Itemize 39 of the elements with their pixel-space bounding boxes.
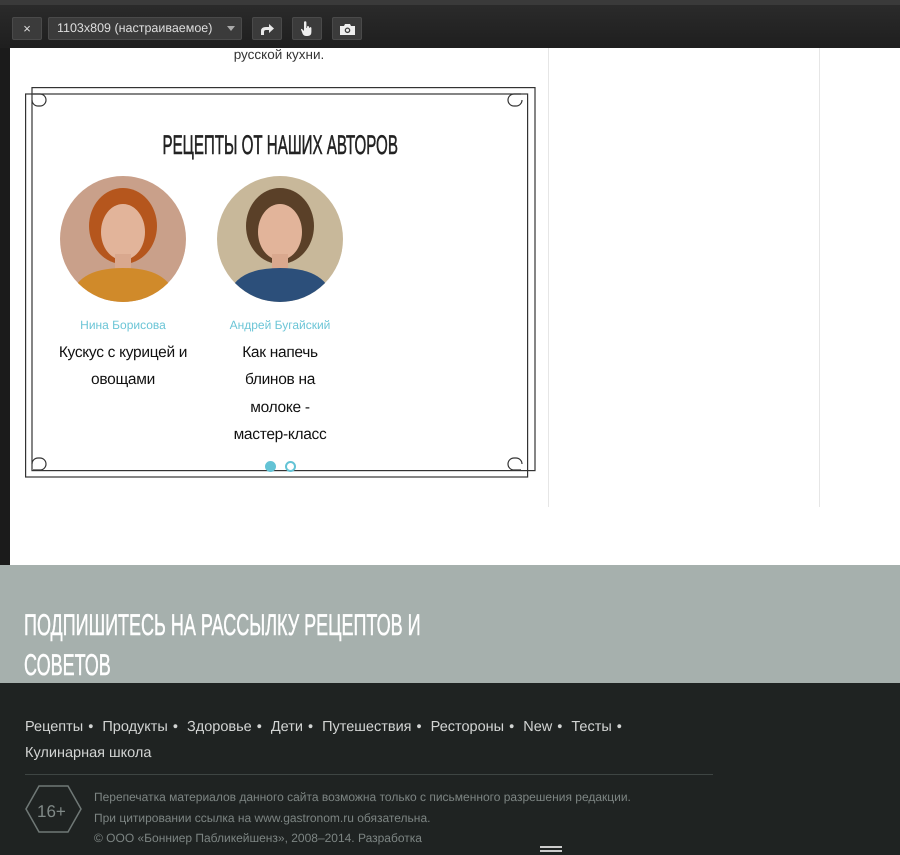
separator-dot: • bbox=[416, 719, 422, 735]
separator-dot: • bbox=[557, 719, 562, 735]
footer-link[interactable]: Продукты bbox=[102, 719, 168, 735]
hexagon-icon bbox=[25, 785, 82, 833]
touch-button[interactable] bbox=[292, 17, 322, 40]
resize-handle[interactable] bbox=[540, 846, 562, 852]
footer-link[interactable]: Кулинарная школа bbox=[25, 745, 152, 761]
separator-dot: • bbox=[308, 719, 314, 735]
recipe-title[interactable]: Кускус с курицей и овощами bbox=[55, 338, 191, 394]
footer-link[interactable]: Рецепты bbox=[25, 719, 84, 735]
rotate-button[interactable] bbox=[252, 17, 282, 40]
rotate-icon bbox=[259, 22, 275, 34]
device-dropdown[interactable]: 1103x809 (настраиваемое) bbox=[48, 17, 242, 40]
footer-link[interactable]: Рестороны bbox=[430, 719, 504, 735]
age-rating: 16+ bbox=[37, 801, 66, 823]
camera-icon bbox=[340, 22, 354, 34]
recipe-title[interactable]: Как напечь блинов на молоке - мастер-класс bbox=[229, 338, 331, 448]
caret-icon bbox=[227, 26, 235, 31]
pager-dot[interactable] bbox=[264, 460, 276, 472]
footer-link[interactable]: New bbox=[523, 719, 552, 735]
separator-dot: • bbox=[256, 719, 262, 735]
legal-text: При цитировании ссылка на www.gastronom.ru обязательна. bbox=[94, 810, 432, 826]
separator-dot: • bbox=[616, 719, 622, 735]
screenshot-button[interactable] bbox=[332, 17, 362, 40]
legal-text: Перепечатка материалов данного сайта возможна только с письменного разрешения редакции. bbox=[94, 789, 631, 806]
close-button[interactable]: × bbox=[12, 17, 42, 40]
footer-link[interactable]: Путешествия bbox=[322, 719, 412, 735]
separator-dot: • bbox=[88, 719, 94, 735]
footer-link[interactable]: Дети bbox=[270, 719, 303, 735]
footer-link[interactable]: Здоровье bbox=[186, 719, 252, 735]
footer-link[interactable]: Тесты bbox=[571, 719, 612, 735]
legal-text: © ООО «Бонниер Пабликейшенз», 2008–2014. Разработка bbox=[94, 830, 423, 847]
body-text: русской кухни. bbox=[234, 47, 324, 62]
section-title: РЕЦЕПТЫ ОТ НАШИХ АВТОРОВ bbox=[162, 129, 398, 162]
separator-dot: • bbox=[172, 719, 178, 735]
pager-dot[interactable] bbox=[284, 460, 296, 472]
hand-pointer-icon bbox=[301, 21, 313, 36]
subscribe-heading: ПОДПИШИТЕСЬ НА РАССЫЛКУ РЕЦЕПТОВ И СОВЕТОВ bbox=[24, 608, 422, 684]
separator-dot: • bbox=[509, 719, 514, 735]
